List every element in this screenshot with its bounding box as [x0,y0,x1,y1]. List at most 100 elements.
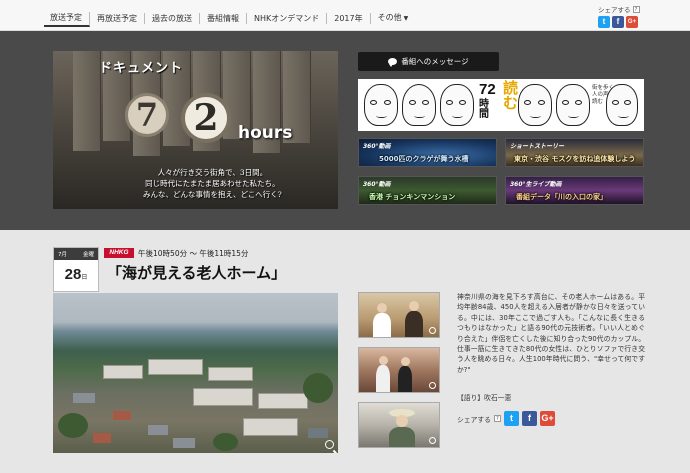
banner-72-number: 72 [479,81,496,98]
nav-item-year-2017[interactable]: 2017年 [327,12,371,24]
date-month: 7月 [58,252,67,258]
banner-read-label: 読む [503,79,519,112]
thumb-person-head [379,356,388,365]
zoom-icon[interactable] [429,327,436,334]
thumb-person [389,427,415,447]
video-title: 番組データ「川の入口の家」 [516,193,607,201]
illustrated-face [606,84,638,126]
thumb-person [376,365,390,392]
illustrated-face [556,84,590,126]
hero-tagline: 人々が行き交う街角で、3日間。 同じ時代にたまたま居あわせた私たち。 みんな、ど… [143,167,282,200]
facebook-icon[interactable]: f [521,411,537,426]
hero-number-2-clock: 2 [181,93,231,143]
page: 放送予定 再放送予定 過去の放送 番組情報 NHKオンデマンド 2017年 その… [0,0,690,473]
hero-tagline-line1: 人々が行き交う街角で、3日間。 [157,168,268,177]
photo-roof [173,438,195,448]
thumb-person-head [409,301,419,311]
thumb-person [373,313,391,337]
google-plus-icon[interactable]: G+ [539,411,555,426]
hero-tagline-line3: みんな、どんな事情を抱え、どこへ行く? [143,190,282,199]
message-to-program-button[interactable]: 番組へのメッセージ [358,52,499,71]
thumb-person-head [377,303,387,313]
zoom-icon[interactable] [325,440,334,449]
message-button-label: 番組へのメッセージ [401,57,469,66]
thumb-person [405,311,423,337]
help-icon[interactable]: ? [632,5,640,13]
illustrated-face [440,84,474,126]
share-top-label-row: シェアする ? [598,4,646,14]
video-title: 東京・渋谷 モスクを訪ね追体験しよう [514,155,636,163]
episode-title: 「海が見える老人ホーム」 [107,264,287,282]
photo-building [148,359,203,375]
top-navigation: 放送予定 再放送予定 過去の放送 番組情報 NHKオンデマンド 2017年 その… [0,0,690,31]
google-plus-icon[interactable]: G+ [626,16,638,28]
date-header: 7月 金曜 [54,248,98,260]
air-time: 午後10時50分 〜 午後11時15分 [138,249,249,258]
video-banner-live[interactable]: 360°生ライブ動画 番組データ「川の入口の家」 [505,176,644,205]
episode-section: 7月 金曜 28日 NHKG 午後10時50分 〜 午後11時15分 「海が見え… [0,230,690,473]
thumb-person [398,366,412,392]
caret-down-icon: ▼ [403,15,409,22]
nav-item-other-dropdown[interactable]: その他 ▼ [371,12,416,24]
twitter-icon[interactable]: t [598,16,610,28]
photo-tree [213,433,238,451]
episode-main-photo[interactable] [53,293,338,453]
share-label: シェアする [598,6,631,14]
hero-key-visual: ドキュメント 7 2 hours 人々が行き交う街角で、3日間。 同じ時代にたま… [53,51,338,209]
banner-hours-label: 時間 [479,99,489,120]
illustrated-face [518,84,552,126]
share-bottom-label: シェアする [457,415,491,424]
video-banner-hongkong[interactable]: 360°動画 香港 チョンキンマンション [358,176,497,205]
hero-number-7: 7 [125,93,169,137]
date-day: 28日 [54,260,98,293]
photo-roof [148,425,168,435]
date-day-suffix: 日 [81,275,88,281]
date-weekday: 金曜 [82,252,94,258]
illustrated-face [402,84,436,126]
video-tag: 360°動画 [363,143,391,150]
photo-building [243,418,298,436]
zoom-icon[interactable] [429,437,436,444]
photo-roof [308,428,328,438]
video-tag: 360°生ライブ動画 [510,181,562,188]
nav-list: 放送予定 再放送予定 過去の放送 番組情報 NHKオンデマンド 2017年 その… [44,9,415,27]
date-day-number: 28 [64,266,82,283]
help-icon[interactable]: ? [493,415,501,422]
video-banner-shibuya-mosque[interactable]: ショートストーリー 東京・渋谷 モスクを訪ね追体験しよう [505,138,644,167]
facebook-icon[interactable]: f [612,16,624,28]
speech-bubble-icon [388,58,398,67]
thumb-person-head [396,415,408,427]
photo-tree [58,413,88,438]
hero-section: ドキュメント 7 2 hours 人々が行き交う街角で、3日間。 同じ時代にたま… [0,31,690,230]
video-title: 香港 チョンキンマンション [369,193,456,201]
nav-item-past-broadcasts[interactable]: 過去の放送 [145,12,200,24]
thumb-person-head [401,357,410,366]
episode-thumbnail-1[interactable] [358,292,440,338]
video-title: 5000匹のクラゲが舞う水槽 [379,155,469,163]
share-bottom: シェアする ? t f G+ [457,411,555,426]
nav-item-program-info[interactable]: 番組情報 [200,12,247,24]
illustrated-face [364,84,398,126]
photo-building [208,367,253,381]
photo-roof [73,393,95,403]
twitter-icon[interactable]: t [503,411,519,426]
episode-thumbnail-3[interactable] [358,402,440,448]
video-tag: 360°動画 [363,181,391,188]
share-top: シェアする ? t f G+ [598,4,646,28]
hero-tagline-line2: 同じ時代にたまたま居あわせた私たち。 [145,179,280,188]
channel-badge-nhkg: NHKG [104,248,134,258]
nav-item-nhk-ondemand[interactable]: NHKオンデマンド [247,12,328,24]
video-banner-jellyfish[interactable]: 360°動画 5000匹のクラゲが舞う水槽 [358,138,497,167]
broadcast-date-box: 7月 金曜 28日 [53,247,99,292]
hero-document-label: ドキュメント [99,61,184,76]
video-tag: ショートストーリー [510,143,565,150]
episode-thumbnail-2[interactable] [358,347,440,393]
photo-roof [93,433,111,443]
zoom-icon[interactable] [429,382,436,389]
photo-building [103,365,143,379]
nav-item-rebroadcast[interactable]: 再放送予定 [90,12,145,24]
banner-72-read[interactable]: 72 読む 時間 街を歩く人の声を読む [358,79,644,131]
share-icons: t f G+ [598,16,646,28]
nav-item-schedule[interactable]: 放送予定 [44,12,90,27]
photo-building [258,393,308,409]
